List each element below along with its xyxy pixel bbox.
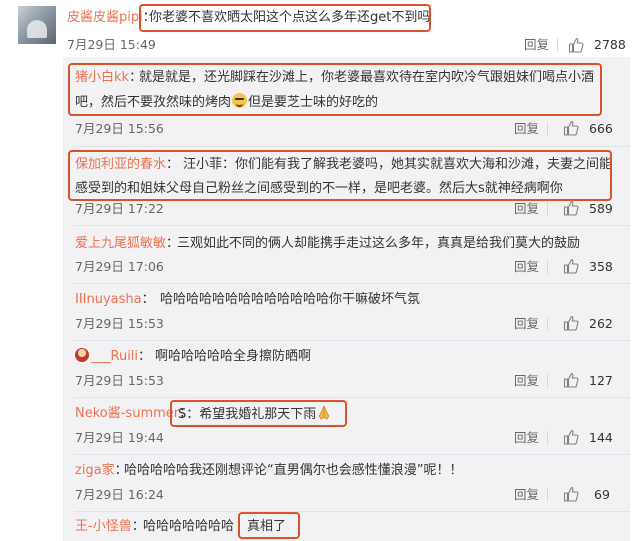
reply-time: 7月29日 15:53 [75,373,164,388]
row-divider [74,283,630,284]
highlight-box-main [139,4,431,32]
reply-button[interactable]: 回复 [514,316,539,332]
like-count: 262 [589,316,613,331]
like-count: 144 [589,430,613,445]
reply-button[interactable]: 回复 [514,487,539,503]
row-divider [74,225,630,226]
reply-username[interactable]: 王-小怪兽： [75,518,145,536]
reply-button[interactable]: 回复 [514,430,539,446]
divider [557,38,558,52]
reply-time: 7月29日 15:56 [75,121,164,136]
main-reply-button[interactable]: 回复 [524,37,549,53]
reply-username[interactable]: ___Ruili： [75,348,151,366]
main-like-count: 2788 [594,37,626,52]
divider [547,317,548,331]
divider [547,122,548,136]
highlight-box [68,150,612,201]
thumbs-up-icon[interactable] [563,429,579,445]
reply-time: 7月29日 16:24 [75,487,164,502]
row-divider [74,340,630,341]
divider [547,431,548,445]
highlight-box [238,512,300,539]
main-comment: 皮酱皮酱pipi： 你老婆不喜欢晒太阳这个点这么多年还get不到吗 7月29日 … [0,0,640,54]
main-comment-time: 7月29日 15:49 [67,37,156,52]
like-count: 589 [589,201,613,216]
reply-time: 7月29日 15:53 [75,316,164,331]
reply-text: 哈哈哈哈哈哈哈哈哈哈哈哈哈你干嘛破坏气氛 [160,292,421,307]
thumbs-up-icon[interactable] [568,37,584,53]
highlight-box [170,400,347,427]
reply-button[interactable]: 回复 [514,121,539,137]
thumbs-up-icon[interactable] [563,315,579,331]
reply-text: 三观如此不同的俩人却能携手走过这么多年，真真是给我们莫大的鼓励 [177,236,581,251]
row-divider [74,146,630,147]
thumbs-up-icon[interactable] [563,372,579,388]
like-count: 666 [589,121,613,136]
reply-text: 哈哈哈哈哈我还刚想评论“直男偶尔也会感性懂浪漫”呢！！ [124,463,463,478]
thumbs-up-icon[interactable] [563,486,579,502]
colon-text: ： [138,349,152,364]
thumbs-up-icon[interactable] [563,258,579,274]
reply-username[interactable]: IIInuyasha： [75,291,155,309]
like-count: 358 [589,259,613,274]
thumbs-up-icon[interactable] [563,200,579,216]
divider [547,374,548,388]
like-count: 69 [594,487,610,502]
reply-username[interactable]: 爱上九尾狐敏敏： [75,235,179,253]
divider [547,488,548,502]
reply-button[interactable]: 回复 [514,373,539,389]
like-count: 127 [589,373,613,388]
reply-username[interactable]: ziga家： [75,462,128,480]
avatar[interactable] [18,6,56,44]
reply-text: 啊哈哈哈哈哈全身擦防晒啊 [155,349,312,364]
reply-text: 哈哈哈哈哈哈哈 [143,519,235,534]
reply-time: 7月29日 17:06 [75,259,164,274]
divider [547,260,548,274]
reply-button[interactable]: 回复 [514,259,539,275]
colon-text: ： [141,292,155,307]
reply-time: 7月29日 19:44 [75,430,164,445]
highlight-box [68,63,602,116]
row-divider [74,397,630,398]
thumbs-up-icon[interactable] [563,120,579,136]
divider [547,202,548,216]
row-divider [74,454,630,455]
reply-time: 7月29日 17:22 [75,201,164,216]
reply-button[interactable]: 回复 [514,201,539,217]
row-divider [74,511,630,512]
user-badge-icon [75,348,89,362]
